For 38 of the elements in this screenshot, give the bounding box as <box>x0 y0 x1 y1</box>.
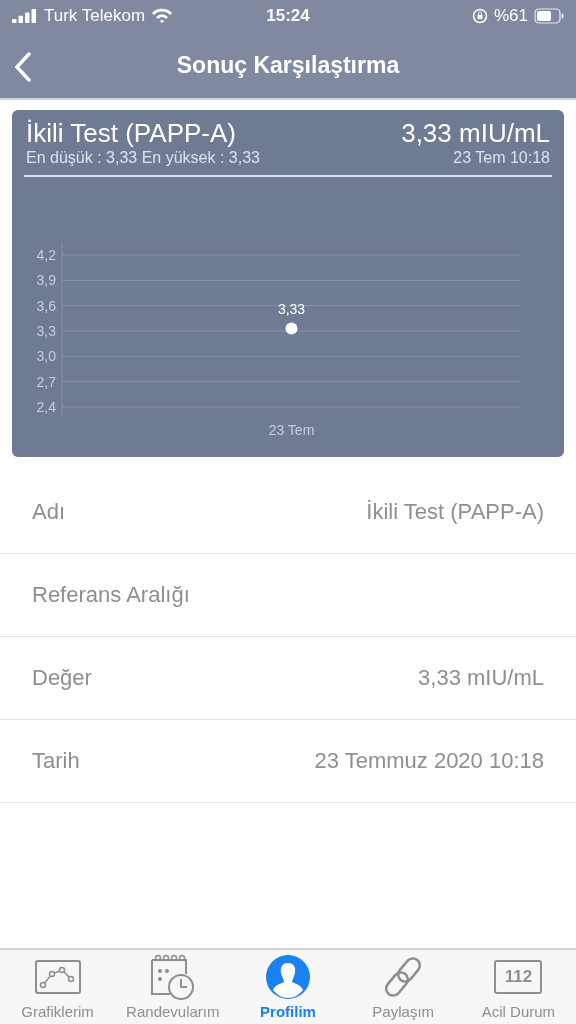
axis-tick-label: 4,2 <box>36 247 56 263</box>
detail-value: 23 Temmuz 2020 10:18 <box>314 748 544 774</box>
back-chevron-icon <box>14 52 32 82</box>
axis-tick-label: 3,0 <box>36 348 56 365</box>
detail-value: 3,33 mIU/mL <box>418 665 544 691</box>
emergency-number-icon: 112 <box>494 960 543 994</box>
tab-bar-item[interactable]: Randevularım <box>115 950 231 1024</box>
wifi-icon <box>151 8 174 24</box>
range-summary: En düşük : 3,33 En yüksek : 3,33 <box>26 149 260 167</box>
data-label: 3,33 <box>277 301 306 318</box>
axis-tick-label: 23 Tem <box>268 422 315 438</box>
tab-bar-item[interactable]: Profilim <box>230 950 346 1024</box>
axis-tick-label: 3,9 <box>36 272 56 289</box>
person-icon <box>265 954 311 1000</box>
tab-bar-item[interactable]: Paylaşım <box>345 950 461 1024</box>
tab-bar-item[interactable]: 112 Acil Durum <box>460 950 576 1024</box>
signal-icon <box>12 9 38 23</box>
tab-bar-item[interactable]: Grafiklerim <box>0 950 116 1024</box>
detail-label: Değer <box>32 665 92 691</box>
axis-tick-label: 2,4 <box>36 399 56 415</box>
detail-label: Adı <box>32 499 66 525</box>
battery-percent: %61 <box>493 6 528 26</box>
test-name: İkili Test (PAPP-A) <box>26 118 236 149</box>
result-date: 23 Tem 10:18 <box>453 149 550 167</box>
axis-tick-label: 3,3 <box>36 323 56 339</box>
detail-label: Referans Aralığı <box>32 582 190 608</box>
rotation-lock-icon <box>471 8 488 24</box>
battery-icon <box>534 8 564 24</box>
carrier-name: Turk Telekom <box>44 6 146 26</box>
detail-value: İkili Test (PAPP-A) <box>366 499 544 525</box>
status-time: 15:24 <box>266 6 310 26</box>
screen-title: Sonuç Karşılaştırma <box>176 51 400 79</box>
test-value: 3,33 mIU/mL <box>401 118 550 149</box>
calendar-clock-icon <box>149 954 196 1000</box>
axis-tick-label: 2,7 <box>36 373 56 390</box>
axis-tick-label: 3,6 <box>36 297 56 314</box>
detail-label: Tarih <box>32 748 80 774</box>
line-chart-icon <box>34 960 81 994</box>
